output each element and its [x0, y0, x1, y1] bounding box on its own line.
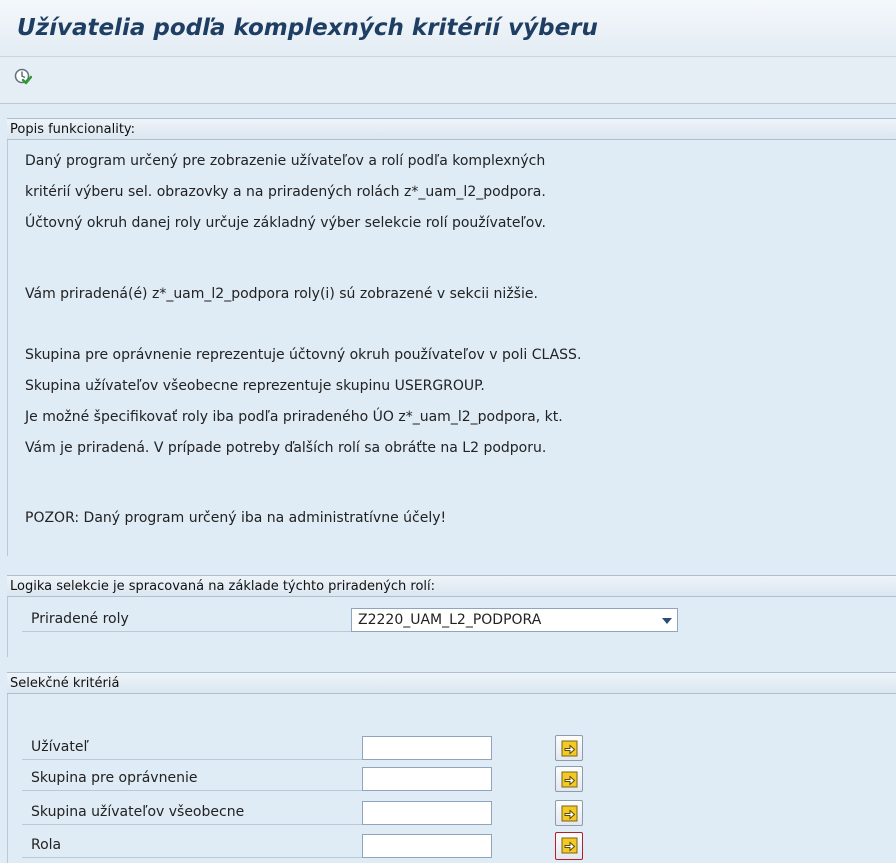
- criteria-header-label: Selekčné kritériá: [10, 676, 120, 691]
- user-multiple-selection-button[interactable]: [555, 735, 583, 761]
- multiple-selection-icon: [561, 837, 578, 854]
- description-line: Skupina pre oprávnenie reprezentuje účto…: [25, 347, 582, 363]
- role-multiple-selection-button[interactable]: [555, 832, 583, 860]
- description-line: Vám priradená(é) z*_uam_l2_podpora roly(…: [25, 286, 538, 302]
- role-label: Rola: [31, 837, 62, 853]
- assigned-roles-label: Priradené roly: [31, 611, 129, 627]
- description-line: Skupina užívateľov všeobecne reprezentuj…: [25, 378, 485, 394]
- multiple-selection-icon: [561, 805, 578, 822]
- role-input[interactable]: [362, 834, 492, 858]
- user-group-label: Skupina užívateľov všeobecne: [31, 804, 245, 820]
- application-toolbar: [0, 57, 896, 104]
- roles-header-label: Logika selekcie je spracovaná na základe…: [10, 579, 436, 594]
- assigned-roles-dropdown[interactable]: Z2220_UAM_L2_PODPORA: [351, 608, 678, 632]
- description-section-header: Popis funkcionality:: [7, 118, 896, 140]
- description-line: kritérií výberu sel. obrazovky a na prir…: [25, 184, 546, 200]
- description-line: Daný program určený pre zobrazenie užíva…: [25, 153, 546, 169]
- user-label: Užívateľ: [31, 739, 89, 755]
- criteria-section-header: Selekčné kritériá: [7, 672, 896, 694]
- criteria-row-role: Rola: [22, 834, 362, 858]
- criteria-row-user: Užívateľ: [22, 736, 362, 760]
- description-line: Vám je priradená. V prípade potreby ďalš…: [25, 440, 547, 456]
- user-group-multiple-selection-button[interactable]: [555, 800, 583, 826]
- auth-group-label: Skupina pre oprávnenie: [31, 770, 198, 786]
- multiple-selection-icon: [561, 771, 578, 788]
- assigned-roles-row: Priradené roly: [22, 608, 352, 632]
- description-line: Je možné špecifikovať roly iba podľa pri…: [25, 409, 563, 425]
- assigned-roles-value: Z2220_UAM_L2_PODPORA: [358, 612, 542, 628]
- page-title: Užívatelia podľa komplexných kritérií vý…: [17, 15, 598, 41]
- auth-group-input[interactable]: [362, 767, 492, 791]
- criteria-row-user-group: Skupina užívateľov všeobecne: [22, 801, 362, 825]
- user-input[interactable]: [362, 736, 492, 760]
- auth-group-multiple-selection-button[interactable]: [555, 766, 583, 792]
- criteria-row-auth-group: Skupina pre oprávnenie: [22, 767, 362, 791]
- roles-section-header: Logika selekcie je spracovaná na základe…: [7, 575, 896, 597]
- user-group-input[interactable]: [362, 801, 492, 825]
- title-bar: Užívatelia podľa komplexných kritérií vý…: [0, 0, 896, 57]
- multiple-selection-icon: [561, 740, 578, 757]
- warning-line: POZOR: Daný program určený iba na admini…: [25, 510, 447, 526]
- description-header-label: Popis funkcionality:: [10, 122, 136, 137]
- description-line: Účtovný okruh danej roly určuje základný…: [25, 215, 546, 231]
- execute-icon[interactable]: [14, 68, 33, 86]
- chevron-down-icon[interactable]: [662, 618, 672, 624]
